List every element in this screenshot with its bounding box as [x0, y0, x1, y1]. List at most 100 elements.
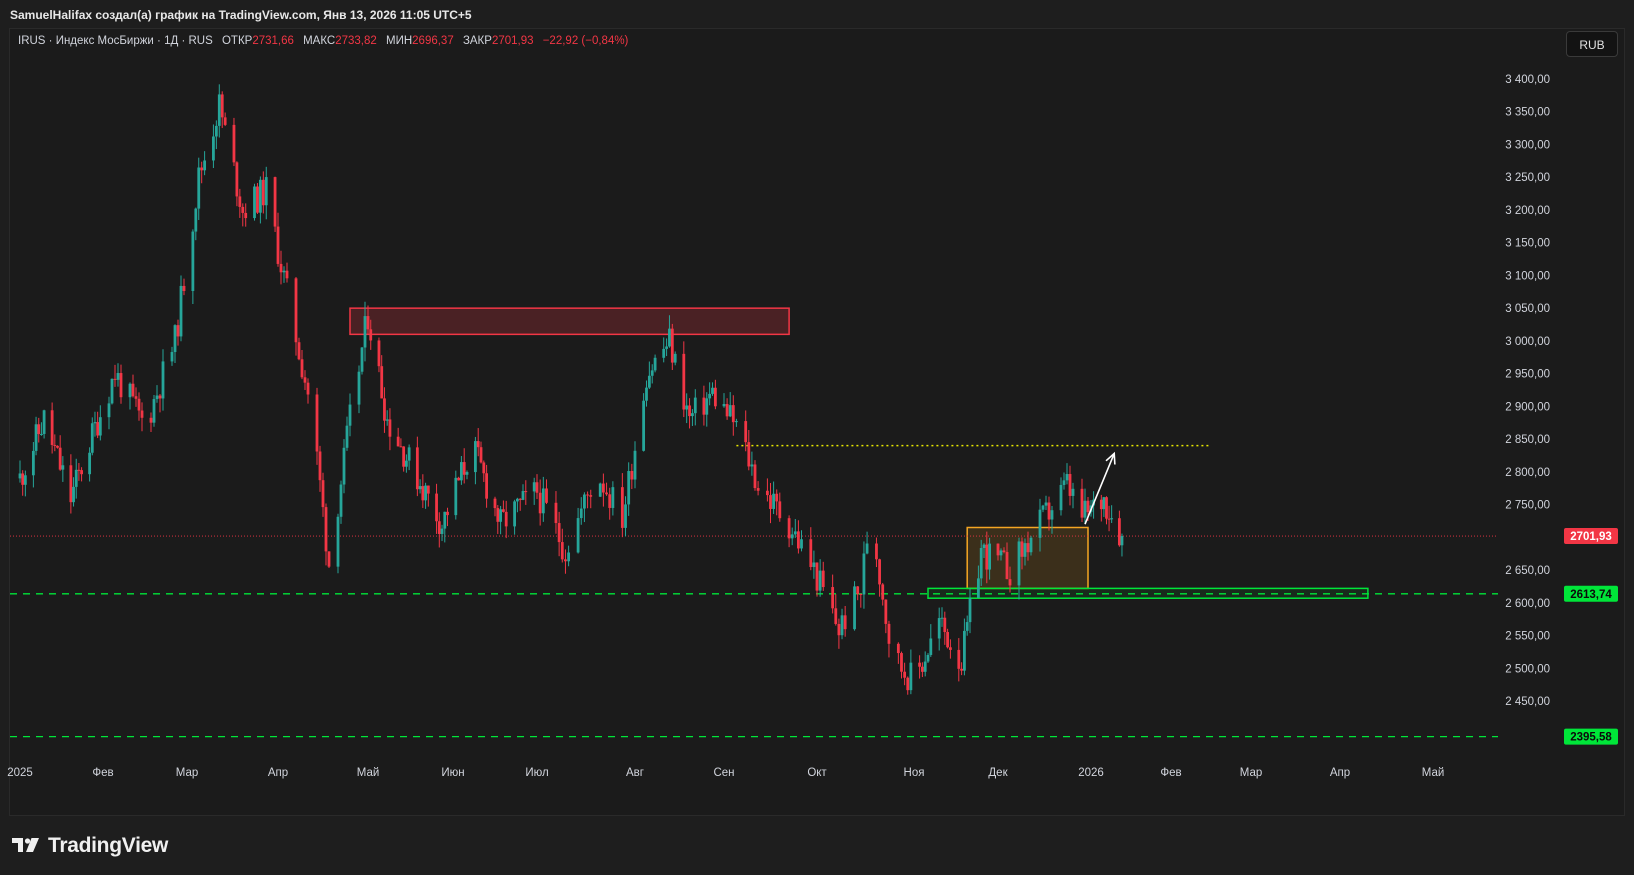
candle-body: [968, 597, 972, 623]
candle-body: [443, 511, 447, 529]
candle-body: [134, 396, 138, 399]
candle-body: [155, 395, 159, 400]
candle-body: [673, 353, 677, 363]
candle-body: [348, 404, 352, 426]
candle-body: [119, 373, 123, 398]
candle-body: [116, 373, 120, 380]
candle-body: [203, 160, 207, 171]
candle-body: [232, 124, 236, 163]
candle-body: [662, 348, 666, 358]
candle-body: [633, 450, 637, 480]
candle-body: [182, 285, 186, 292]
candle-body: [647, 375, 651, 388]
candle-body: [1110, 518, 1114, 520]
price-chart[interactable]: 3 400,00 3 350,00 3 300,00 3 250,00 3 200,00…: [0, 0, 1634, 875]
y-tick-label: 3 300,00: [1505, 139, 1550, 151]
candle-body: [98, 417, 102, 436]
candle-body: [191, 231, 195, 292]
candle-body: [586, 494, 589, 496]
candle-body: [856, 586, 860, 595]
candle-body: [985, 544, 989, 570]
candle-body: [194, 208, 198, 232]
tradingview-brand: TradingView: [12, 834, 168, 858]
candle-body: [50, 410, 54, 445]
candle-body: [896, 643, 900, 654]
y-tick-label: 3 150,00: [1505, 238, 1550, 250]
y-tick-label: 2 600,00: [1505, 598, 1550, 610]
candle-body: [685, 405, 689, 410]
candle-body: [407, 447, 411, 461]
low-value: 2696,37: [412, 35, 454, 47]
candle-body: [137, 398, 141, 411]
x-tick-label: Сен: [713, 767, 734, 779]
candle-body: [963, 630, 966, 671]
candle-body: [589, 495, 593, 497]
candle-body: [460, 462, 463, 481]
candle-body: [279, 263, 283, 273]
candle-body: [909, 662, 913, 691]
candle-body: [926, 654, 930, 662]
candle-body: [345, 425, 349, 448]
candle-body: [74, 469, 78, 487]
candle-body: [399, 446, 403, 448]
candle-body: [693, 397, 697, 414]
candle-body: [158, 395, 162, 399]
candle-body: [396, 436, 400, 447]
candle-body: [415, 447, 419, 490]
candle-body: [884, 599, 888, 624]
candle-body: [421, 486, 425, 501]
candle-body: [1062, 480, 1066, 485]
candle-body: [37, 424, 41, 435]
candle-body: [96, 422, 100, 436]
candle-body: [728, 405, 732, 417]
change-value: −22,92 (−0,84%): [542, 35, 629, 47]
candle-body: [787, 518, 791, 539]
x-tick-label: Апр: [268, 767, 288, 779]
y-tick-label: 3 000,00: [1505, 336, 1550, 348]
currency-button[interactable]: RUB: [1566, 31, 1618, 57]
candle-body: [766, 490, 769, 496]
candle-body: [670, 328, 674, 363]
candle-body: [862, 553, 866, 595]
candle-body: [1044, 502, 1048, 506]
candle-body: [179, 285, 183, 337]
candle-body: [532, 482, 536, 492]
candle-body: [256, 186, 259, 213]
candle-body: [809, 539, 813, 568]
candle-body: [524, 491, 528, 493]
x-tick-label: Июн: [441, 767, 464, 779]
candle-body: [426, 485, 430, 494]
candle-body: [579, 508, 583, 519]
candle-body: [1068, 474, 1072, 496]
candle-body: [564, 559, 567, 562]
candle-body: [554, 502, 558, 524]
candle-body: [77, 469, 81, 471]
candle-body: [812, 562, 816, 568]
candle-body: [665, 346, 668, 349]
y-tick-label: 2 800,00: [1505, 467, 1550, 479]
candle-body: [900, 653, 903, 672]
candle-body: [56, 445, 59, 448]
candle-body: [31, 450, 35, 476]
candle-body: [1080, 488, 1084, 518]
candle-body: [608, 494, 612, 508]
y-tick-label: 2 950,00: [1505, 369, 1550, 381]
candle-body: [538, 492, 542, 514]
candle-body: [339, 484, 343, 517]
level-price-tag: 2613,74: [1570, 589, 1612, 601]
candle-body: [437, 521, 441, 534]
candle-body: [235, 162, 239, 197]
candle-body: [853, 586, 856, 630]
candle-body: [521, 491, 525, 500]
candle-body: [424, 485, 427, 501]
candle-body: [264, 177, 268, 206]
candle-body: [979, 547, 983, 579]
candle-body: [1105, 497, 1108, 519]
candle-body: [1023, 543, 1027, 557]
candle-body: [1120, 536, 1124, 546]
y-tick-label: 2 650,00: [1505, 565, 1550, 577]
candle-body: [567, 552, 571, 562]
candle-body: [253, 186, 256, 219]
candle-body: [1086, 500, 1090, 513]
candle-body: [220, 94, 224, 118]
